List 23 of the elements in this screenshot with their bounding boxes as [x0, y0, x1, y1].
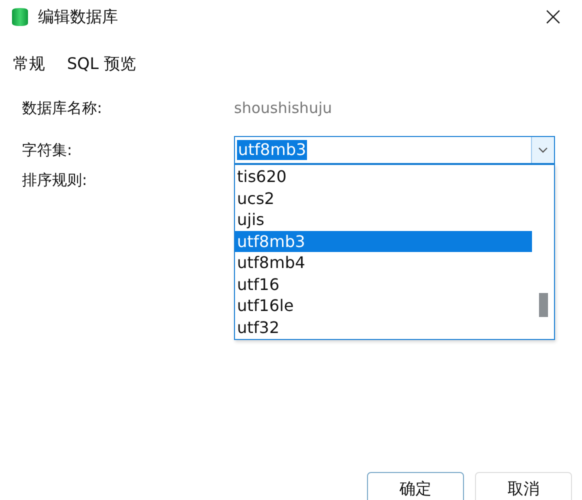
dropdown-option[interactable]: tis620 — [235, 166, 532, 188]
window-title: 编辑数据库 — [38, 6, 118, 28]
dropdown-option[interactable]: utf16 — [235, 274, 532, 295]
charset-dropdown[interactable]: utf8mb3 — [234, 136, 555, 164]
database-name-value: shoushishuju — [234, 99, 332, 117]
dropdown-option[interactable]: utf8mb4 — [235, 252, 532, 274]
ok-button[interactable]: 确定 — [367, 472, 464, 500]
dropdown-option[interactable]: utf16le — [235, 295, 532, 316]
database-icon — [11, 7, 29, 27]
field-label: 排序规则: — [22, 170, 88, 191]
cancel-button[interactable]: 取消 — [475, 472, 572, 500]
selected-text: utf8mb3 — [237, 140, 308, 160]
chevron-down-icon — [538, 147, 548, 153]
scrollbar-thumb[interactable] — [539, 293, 548, 317]
close-button[interactable]: × — [538, 4, 568, 30]
field-label: 字符集: — [22, 140, 74, 161]
dropdown-option[interactable]: ujis — [235, 209, 532, 230]
tab[interactable]: 常规 — [9, 52, 49, 76]
tab[interactable]: SQL 预览 — [63, 52, 140, 76]
dropdown-option[interactable]: utf32 — [235, 316, 532, 338]
field-label: 数据库名称: — [22, 98, 104, 119]
dropdown-option[interactable]: utf8mb3 — [235, 230, 532, 252]
dropdown-option[interactable]: ucs2 — [235, 188, 532, 209]
